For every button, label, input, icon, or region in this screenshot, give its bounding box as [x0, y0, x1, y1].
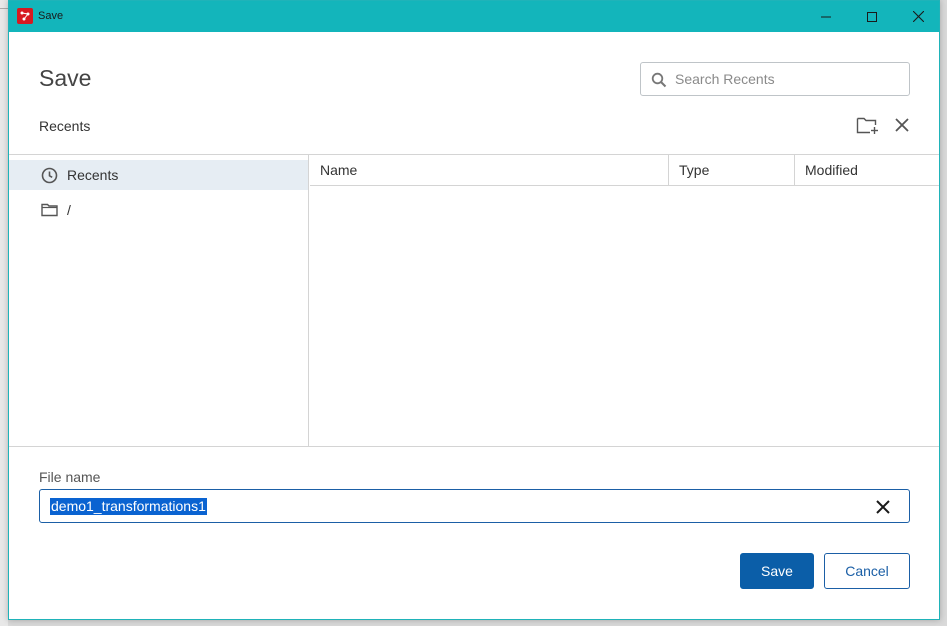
file-list: Name Type Modified — [310, 155, 939, 447]
file-list-header: Name Type Modified — [310, 155, 939, 186]
column-header-modified[interactable]: Modified — [795, 155, 939, 185]
clear-icon — [876, 500, 890, 514]
cancel-button[interactable]: Cancel — [824, 553, 910, 589]
search-icon — [651, 72, 667, 88]
tree-item-label: Recents — [67, 167, 119, 183]
background-window — [0, 0, 8, 626]
file-name-label: File name — [39, 469, 101, 485]
file-browser: Recents / Name Type Modified — [9, 154, 939, 447]
close-icon — [912, 11, 924, 22]
new-folder-button[interactable] — [856, 114, 880, 136]
tree-item-recents[interactable]: Recents — [9, 160, 308, 190]
file-name-field[interactable]: demo1_transformations1 — [39, 489, 910, 523]
folder-icon — [40, 201, 58, 219]
tree-item-label: / — [67, 202, 71, 218]
minimize-icon — [821, 16, 831, 17]
file-name-value[interactable]: demo1_transformations1 — [50, 498, 207, 515]
search-box[interactable] — [640, 62, 910, 96]
folder-tree: Recents / — [9, 155, 309, 447]
dialog-close-button[interactable] — [892, 115, 912, 135]
maximize-icon — [867, 11, 877, 22]
title-bar[interactable]: Save — [9, 1, 939, 32]
search-input[interactable] — [675, 63, 905, 95]
clear-file-name-button[interactable] — [874, 498, 892, 516]
window-close-button[interactable] — [895, 1, 941, 32]
new-folder-icon — [856, 117, 878, 134]
maximize-button[interactable] — [849, 1, 895, 32]
dialog-title: Save — [39, 65, 92, 91]
save-dialog-window: Save Save Recents — [8, 0, 940, 620]
save-button[interactable]: Save — [740, 553, 814, 589]
minimize-button[interactable] — [803, 1, 849, 32]
breadcrumb: Recents — [39, 118, 91, 134]
app-logo-icon — [17, 8, 33, 24]
column-header-type[interactable]: Type — [669, 155, 795, 185]
clock-icon — [40, 166, 58, 184]
column-header-name[interactable]: Name — [310, 155, 669, 185]
close-icon — [895, 118, 909, 132]
tree-item-root[interactable]: / — [9, 195, 308, 225]
window-title: Save — [38, 10, 64, 22]
